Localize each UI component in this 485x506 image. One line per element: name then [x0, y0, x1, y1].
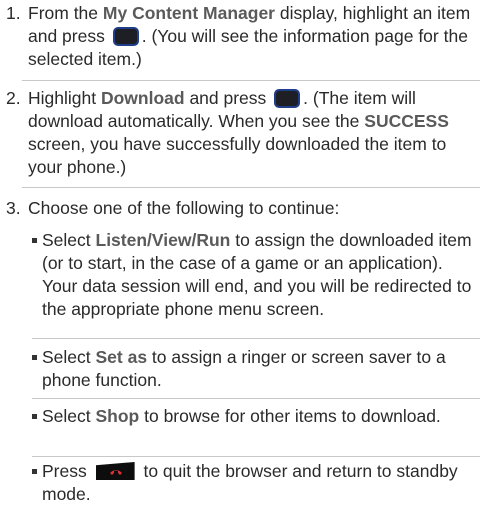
text-run: Highlight — [28, 88, 101, 108]
text-run: to browse for other items to download. — [139, 406, 441, 426]
text-run: Press — [42, 461, 92, 481]
divider — [22, 187, 480, 188]
option-text: Press to quit the browser and return to … — [42, 460, 481, 506]
bold-term: Shop — [95, 406, 140, 426]
bold-term: SUCCESS — [364, 111, 449, 131]
option-text: Select Set as to assign a ringer or scre… — [42, 346, 481, 392]
divider — [32, 398, 480, 399]
option-text: Select Listen/View/Run to assign the dow… — [42, 229, 481, 321]
menu-ok-key-icon — [112, 27, 139, 46]
step-number: 2. — [6, 88, 21, 108]
divider — [32, 338, 480, 339]
text-run: screen, you have successfully downloaded… — [28, 134, 447, 177]
text-run: Select — [42, 230, 96, 250]
text-run: Select — [42, 347, 96, 367]
step-text: Choose one of the following to continue: — [28, 198, 340, 218]
bullet-icon — [32, 469, 37, 474]
step-number: 1. — [6, 3, 21, 23]
text-run: and press — [184, 88, 272, 108]
step-number: 3. — [6, 198, 21, 218]
bullet-icon — [32, 238, 37, 243]
bold-term: Download — [100, 88, 185, 108]
divider — [22, 80, 480, 81]
step-text: From the My Content Manager display, hig… — [28, 2, 479, 71]
bullet-icon — [32, 414, 37, 419]
bullet-icon — [32, 355, 37, 360]
bold-term: My Content Manager — [102, 3, 275, 23]
text-run: Select — [42, 406, 96, 426]
bold-term: Listen/View/Run — [95, 230, 231, 250]
step-text: Highlight Download and press . (The item… — [28, 87, 479, 179]
divider — [32, 456, 480, 457]
end-key-icon — [95, 462, 135, 480]
bold-term: Set as — [95, 347, 148, 367]
option-text: Select Shop to browse for other items to… — [42, 405, 481, 428]
text-run: From the — [28, 3, 103, 23]
menu-ok-key-icon — [274, 89, 301, 108]
